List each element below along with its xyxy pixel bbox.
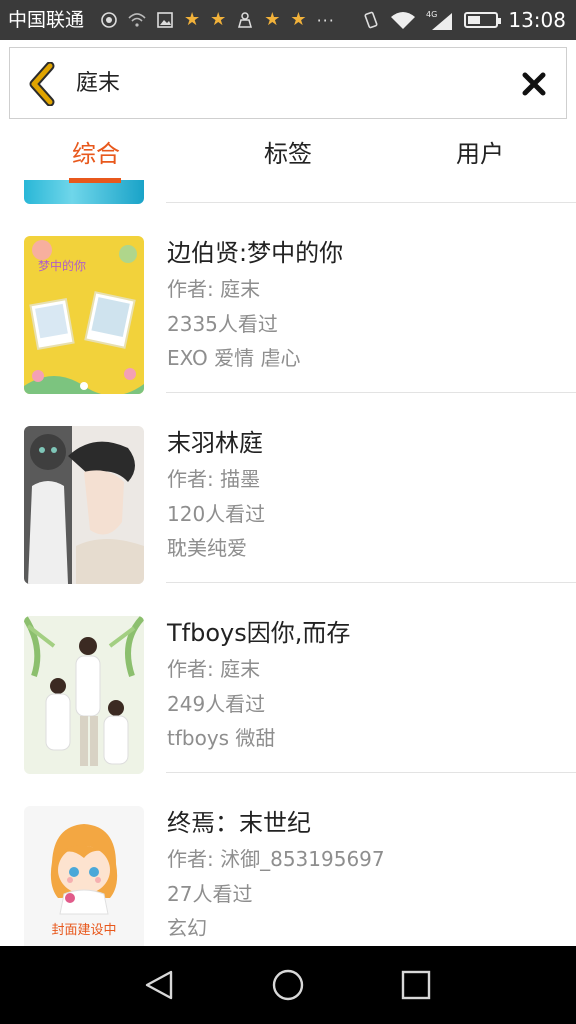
star-icon: ★	[290, 9, 307, 30]
network-type-label: 4G	[426, 10, 437, 19]
book-author: 作者: 庭末	[167, 657, 261, 681]
book-cover-image	[24, 426, 144, 584]
book-author: 作者: 描墨	[167, 467, 261, 491]
star-icon: ★	[184, 9, 201, 30]
book-tags: EXO 爱情 虐心	[167, 346, 301, 370]
star-icon: ★	[210, 9, 227, 30]
book-cover-image: 梦中的你	[24, 236, 144, 394]
star-icon: ★	[264, 9, 281, 30]
person-icon	[238, 12, 253, 28]
book-tags: tfboys 微甜	[167, 726, 276, 750]
back-icon[interactable]	[143, 968, 177, 1002]
home-icon[interactable]	[271, 968, 305, 1002]
list-item[interactable]: 末羽林庭 作者: 描墨 120人看过 耽美纯爱	[0, 426, 576, 616]
image-icon	[157, 12, 173, 28]
wifi-icon	[391, 12, 416, 29]
book-title[interactable]: Tfboys因你,而存	[167, 618, 350, 648]
tab-all[interactable]: 综合	[36, 138, 156, 170]
cover-placeholder-label: 封面建设中	[51, 923, 116, 938]
book-tags: 玄幻	[167, 916, 207, 940]
book-author: 作者: 庭末	[167, 277, 261, 301]
list-item[interactable]: 梦中的你 边伯贤:梦中的你 作者: 庭末 2335人看过 EXO 爱情 虐心	[0, 236, 576, 426]
notification-icons: ★ ★ ★ ★ ···	[100, 8, 335, 32]
carrier-label: 中国联通	[8, 9, 85, 31]
list-item[interactable]: Tfboys因你,而存 作者: 庭末 249人看过 tfboys 微甜	[0, 616, 576, 806]
divider	[166, 582, 576, 583]
cellular-signal-icon: 4G	[426, 10, 453, 30]
book-title[interactable]: 边伯贤:梦中的你	[167, 238, 343, 268]
book-cover[interactable]	[24, 426, 144, 584]
clear-search-icon[interactable]	[520, 70, 548, 98]
book-cover[interactable]: 封面建设中	[24, 806, 144, 946]
status-bar: 中国联通 ★ ★ ★ ★ ··· 4G 13:08	[0, 0, 576, 40]
hotspot-icon	[101, 12, 117, 28]
active-tab-indicator	[69, 178, 121, 183]
list-item[interactable]: 封面建设中 终焉：末世纪 作者: 沭御_853195697 27人看过 玄幻	[0, 806, 576, 946]
navigation-bar	[0, 946, 576, 1024]
book-view-count: 27人看过	[167, 882, 253, 906]
book-cover-image	[24, 616, 144, 774]
battery-level	[468, 16, 481, 24]
book-cover[interactable]: 梦中的你	[24, 236, 144, 394]
back-arrow-icon[interactable]	[24, 62, 60, 106]
system-icons: 4G 13:08	[362, 6, 566, 34]
book-title[interactable]: 末羽林庭	[167, 428, 263, 458]
recents-icon[interactable]	[399, 968, 433, 1002]
search-bar: 庭末	[9, 47, 567, 119]
divider	[166, 202, 576, 203]
divider	[166, 392, 576, 393]
book-view-count: 2335人看过	[167, 312, 278, 336]
tab-tags[interactable]: 标签	[228, 138, 348, 170]
vibrate-icon	[364, 11, 378, 29]
search-input[interactable]: 庭末	[76, 70, 120, 98]
battery-icon	[464, 12, 502, 28]
book-title[interactable]: 终焉：末世纪	[167, 808, 311, 838]
more-icon: ···	[316, 10, 335, 30]
book-view-count: 120人看过	[167, 502, 266, 526]
book-cover[interactable]	[24, 180, 144, 204]
book-view-count: 249人看过	[167, 692, 266, 716]
cover-title: 梦中的你	[38, 258, 86, 273]
book-cover[interactable]	[24, 616, 144, 774]
book-tags: 耽美纯爱	[167, 536, 247, 560]
book-cover-image: 封面建设中	[24, 806, 144, 946]
wifi-question-icon	[128, 13, 146, 27]
divider	[166, 772, 576, 773]
clock: 13:08	[508, 8, 566, 32]
book-author: 作者: 沭御_853195697	[167, 847, 385, 871]
tab-users[interactable]: 用户	[420, 138, 540, 170]
result-list[interactable]: 梦中的你 边伯贤:梦中的你 作者: 庭末 2335人看过 EXO 爱情 虐心 末…	[0, 180, 576, 946]
